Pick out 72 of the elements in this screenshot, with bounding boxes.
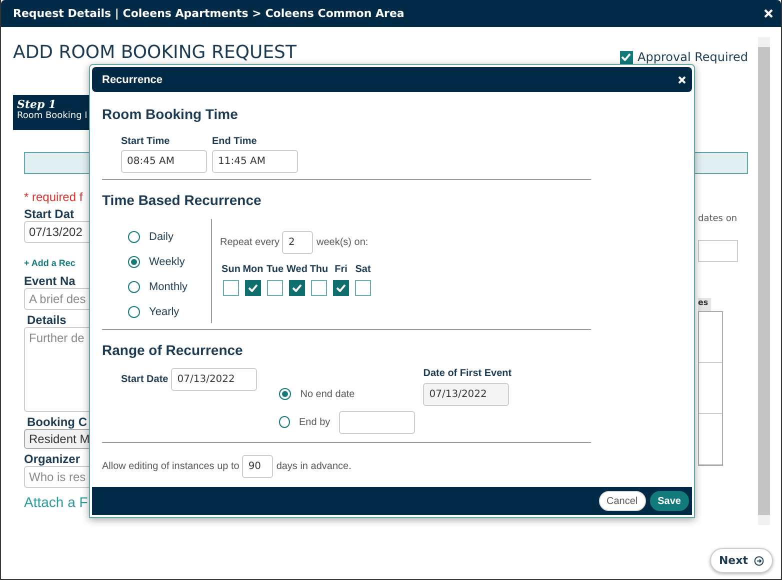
section-heading: Time Based Recurrence — [102, 192, 262, 208]
day-label: Wed — [286, 264, 308, 275]
required-note: * required f — [24, 190, 83, 204]
save-button[interactable]: Save — [650, 491, 689, 511]
checkbox[interactable] — [311, 280, 327, 296]
date-field: 07/13/2022 — [423, 383, 510, 406]
field-label: Repeat every — [220, 237, 280, 248]
day-label: Fri — [334, 264, 348, 275]
radio-button[interactable] — [128, 256, 140, 268]
section-heading: Room Booking Time — [102, 106, 239, 122]
radio-label: Weekly — [149, 256, 185, 268]
next-button[interactable]: Next — [710, 548, 773, 573]
step-title: Step 1 — [17, 98, 58, 111]
field-label: Allow editing of instances up to — [102, 461, 240, 472]
radio-label: End by — [299, 416, 330, 428]
dialog-title: Recurrence — [102, 74, 163, 86]
time-field[interactable]: 08:45 AM — [121, 150, 207, 173]
field-label: Booking C — [27, 415, 87, 429]
checkbox[interactable] — [267, 280, 283, 296]
radio-button[interactable] — [128, 306, 140, 318]
radio-label: Yearly — [149, 306, 180, 318]
checkbox-label: Approval Required — [638, 50, 748, 64]
input-field[interactable] — [698, 240, 738, 262]
date-field[interactable]: 07/13/2022 — [171, 368, 258, 390]
tab[interactable]: es — [698, 298, 712, 311]
field-label: Date of First Event — [423, 368, 512, 379]
cancel-button[interactable]: Cancel — [598, 491, 646, 511]
checkbox[interactable] — [620, 50, 633, 64]
check-icon — [292, 284, 302, 292]
time-field[interactable]: 11:45 AM — [212, 150, 298, 173]
day-label: Mon — [242, 264, 264, 275]
radio-label: Monthly — [149, 281, 188, 293]
page-heading: ADD ROOM BOOKING REQUEST — [13, 43, 296, 63]
field-label: Organizer — [24, 452, 80, 466]
checkbox[interactable] — [333, 280, 349, 296]
help-text: dates on — [698, 214, 738, 224]
day-label: Thu — [310, 264, 328, 275]
scrollbar[interactable] — [758, 37, 770, 525]
day-label: Sat — [355, 264, 371, 275]
day-label: Sun — [222, 264, 240, 275]
field-label: Start Time — [121, 136, 171, 147]
check-icon — [621, 53, 632, 61]
number-field[interactable]: 2 — [282, 231, 314, 254]
close-icon[interactable] — [764, 9, 773, 18]
field-label: days in advance. — [276, 461, 352, 472]
step-subtitle: Room Booking I — [17, 111, 86, 121]
field-label: Start Dat — [24, 207, 74, 221]
field-label: End Time — [212, 136, 258, 147]
section-heading: Range of Recurrence — [102, 342, 244, 358]
date-field[interactable] — [339, 410, 416, 434]
checkbox[interactable] — [245, 280, 261, 296]
close-icon[interactable] — [678, 76, 686, 84]
radio-button[interactable] — [279, 388, 292, 400]
window-title: Request Details | Coleens Apartments > Coleens Common Area — [13, 7, 404, 20]
radio-label: No end date — [300, 388, 355, 400]
radio-button[interactable] — [279, 416, 290, 428]
arrow-circle-icon — [754, 556, 764, 566]
checkbox[interactable] — [355, 280, 371, 296]
field-label: week(s) on: — [316, 237, 368, 248]
checkbox[interactable] — [223, 280, 239, 296]
field-label: Start Date — [121, 374, 168, 384]
checkbox[interactable] — [289, 280, 305, 296]
day-label: Tue — [266, 264, 284, 275]
radio-button[interactable] — [128, 281, 140, 293]
check-icon — [248, 284, 258, 292]
field-label: Details — [27, 313, 66, 327]
radio-button[interactable] — [128, 231, 140, 243]
check-icon — [336, 284, 346, 292]
number-field[interactable]: 90 — [242, 455, 274, 478]
add-link[interactable]: + Add a Rec — [24, 258, 76, 268]
radio-label: Daily — [149, 231, 174, 243]
field-label: Event Na — [24, 274, 76, 288]
